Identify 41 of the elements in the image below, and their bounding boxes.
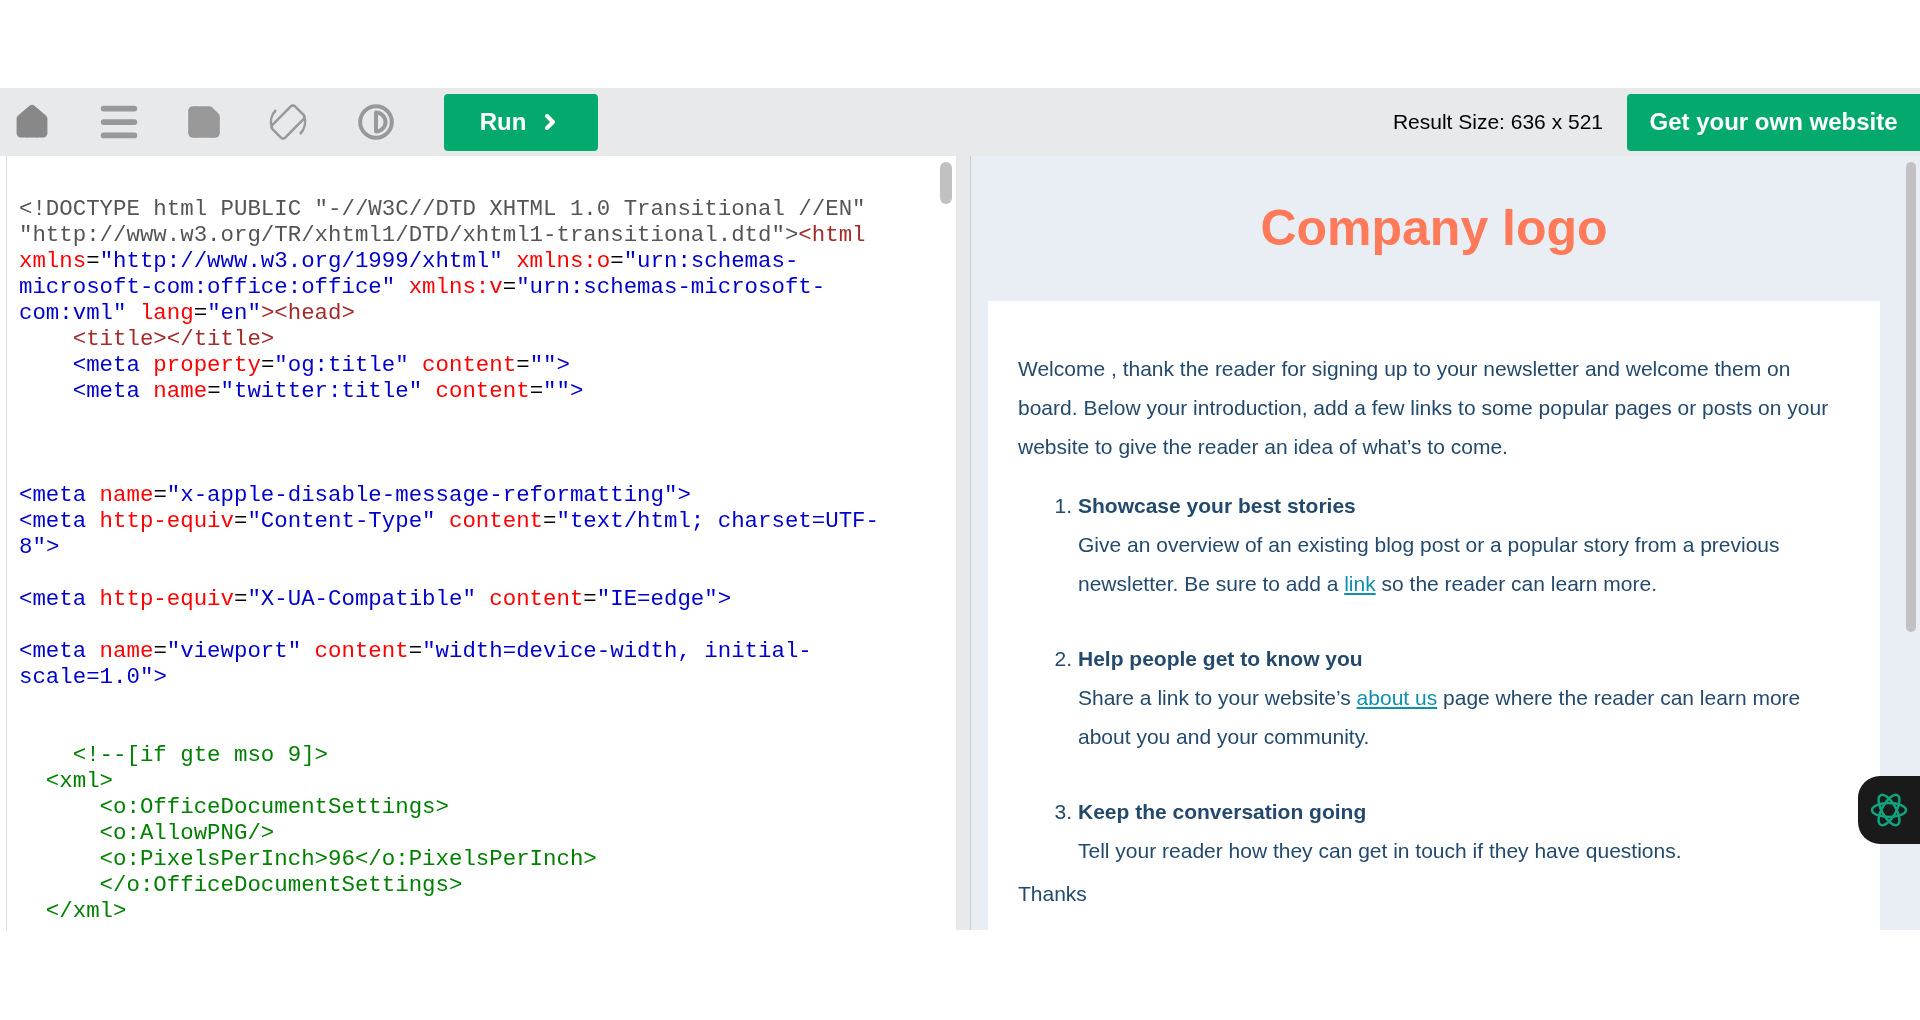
- item-description: Share a link to your website’s about us page where the reader can learn more about you and your community.: [1078, 685, 1802, 750]
- code-line: <o:PixelsPerInch>96</o:PixelsPerInch>: [98, 846, 598, 872]
- code-line: 8">: [19, 534, 61, 560]
- list-number: 1.: [1053, 493, 1072, 519]
- code-line: <meta property="og:title" content="">: [71, 352, 571, 378]
- code-line: <o:AllowPNG/>: [98, 820, 276, 846]
- item-heading: Showcase your best stories: [1078, 493, 1356, 519]
- code-line: <!--[if gte mso 9]>: [71, 742, 330, 768]
- code-line: <o:OfficeDocumentSettings>: [98, 794, 450, 820]
- result-size-text: Result Size: 636 x 521: [1392, 109, 1603, 136]
- code-line: <meta http-equiv="Content-Type" content="text/html; charset=UTF-: [19, 508, 880, 534]
- get-website-button[interactable]: Get your own website: [1627, 93, 1920, 151]
- code-line: <meta http-equiv="X-UA-Compatible" content="IE=edge">: [19, 586, 733, 612]
- code-line: </xml>: [44, 898, 128, 924]
- assistant-button[interactable]: [1858, 776, 1920, 844]
- run-button[interactable]: Run: [444, 93, 598, 151]
- code-line: </o:OfficeDocumentSettings>: [98, 872, 464, 898]
- list-number: 2.: [1053, 646, 1072, 672]
- inline-link[interactable]: link: [1344, 572, 1376, 595]
- code-line: <title></title>: [71, 326, 276, 352]
- code-line: <meta name="viewport" content="width=device-width, initial-: [19, 638, 813, 664]
- closing-text: Thanks: [1018, 881, 1088, 907]
- item-description: Give an overview of an existing blog post or a popular story from a previous newsletter. Be sure to add a link so the reader can learn more.: [1078, 532, 1781, 597]
- code-line: <meta name="twitter:title" content="">: [71, 378, 585, 404]
- scrollbar-thumb[interactable]: [1906, 162, 1916, 632]
- code-line: <meta name="x-apple-disable-message-reformatting">: [19, 482, 692, 508]
- intro-paragraph: Welcome , thank the reader for signing up to your newsletter and welcome them on board. Below your introduction, add a few links to some popular pages or posts on your website to give the reader an idea of what’s to come.: [1018, 356, 1830, 460]
- code-line: com:vml" lang="en"><head>: [19, 300, 356, 326]
- code-line: "http://www.w3.org/TR/xhtml1/DTD/xhtml1-transitional.dtd"><html: [19, 222, 867, 248]
- code-line: xmlns="http://www.w3.org/1999/xhtml" xmlns:o="urn:schemas-: [19, 248, 800, 274]
- code-line: microsoft-com:office:office" xmlns:v="urn:schemas-microsoft-: [19, 274, 827, 300]
- item-heading: Help people get to know you: [1078, 646, 1363, 672]
- list-number: 3.: [1053, 799, 1072, 825]
- item-heading: Keep the conversation going: [1078, 799, 1367, 825]
- code-line: scale=1.0">: [19, 664, 168, 690]
- code-line: <!DOCTYPE html PUBLIC "-//W3C//DTD XHTML 1.0 Transitional //EN": [19, 196, 867, 222]
- scrollbar-thumb[interactable]: [940, 162, 952, 204]
- inline-link[interactable]: about us: [1356, 686, 1438, 709]
- company-logo: Company logo: [1259, 199, 1609, 258]
- code-line: <xml>: [44, 768, 115, 794]
- item-description: Tell your reader how they can get in touch if they have questions.: [1078, 838, 1683, 864]
